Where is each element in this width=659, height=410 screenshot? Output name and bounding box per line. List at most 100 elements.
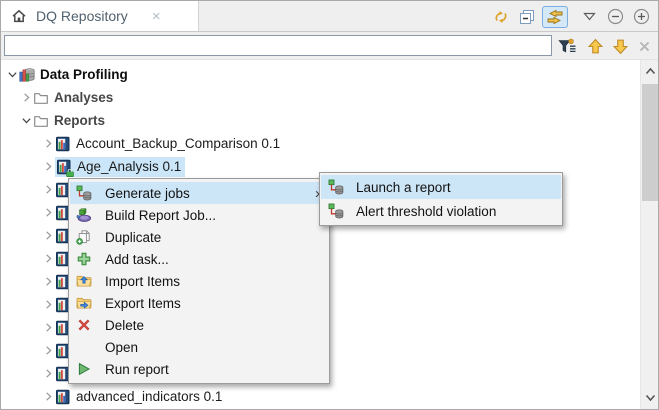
menu-item-alert-threshold-violation[interactable]: Alert threshold violation: [321, 199, 561, 223]
collapse-all-icon: [519, 9, 535, 25]
job-icon: [328, 203, 344, 219]
delete-icon: [76, 317, 92, 333]
tree-item-label: advanced_indicators 0.1: [76, 389, 222, 404]
arrow-down-icon: [612, 38, 629, 55]
tree-item-label: Reports: [54, 113, 105, 128]
chevron-right-icon[interactable]: [41, 205, 55, 221]
filter-input[interactable]: [4, 35, 552, 56]
selected-item-highlight[interactable]: Age_Analysis 0.1: [55, 157, 185, 177]
tree-item-analyses[interactable]: Analyses: [1, 86, 640, 109]
scrollbar-vertical[interactable]: [640, 60, 658, 409]
tree-item-data-profiling[interactable]: Data Profiling: [1, 63, 640, 86]
import-items-icon: [76, 273, 92, 289]
filter-bar: [1, 32, 658, 60]
chevron-right-icon[interactable]: [19, 90, 33, 106]
menu-item-label: Launch a report: [356, 180, 451, 195]
tree-item-account-backup-comparison[interactable]: Account_Backup_Comparison 0.1: [1, 132, 640, 155]
funnel-icon: [558, 38, 577, 55]
scroll-up-button[interactable]: [642, 63, 658, 79]
chevron-right-icon[interactable]: [41, 182, 55, 198]
tab-dq-repository[interactable]: DQ Repository ×: [1, 1, 199, 31]
tree-item-advanced-indicators[interactable]: advanced_indicators 0.1: [1, 385, 640, 408]
chevron-right-icon[interactable]: [41, 136, 55, 152]
home-icon: [11, 8, 27, 24]
chevron-right-icon[interactable]: [41, 366, 55, 382]
folder-icon: [33, 113, 49, 129]
collapse-all-button[interactable]: [516, 6, 538, 28]
tab-bar: DQ Repository ×: [1, 1, 658, 32]
data-profiling-icon: [19, 67, 35, 83]
job-icon: [328, 179, 344, 195]
view-menu-button[interactable]: [578, 6, 600, 28]
clear-icon: [637, 39, 652, 54]
tab-close-icon[interactable]: ×: [152, 9, 161, 24]
menu-item-label: Open: [105, 340, 138, 355]
filter-button[interactable]: [557, 36, 577, 56]
chevron-down-icon: [645, 394, 656, 402]
tree-item-label: Age_Analysis 0.1: [77, 159, 181, 174]
menu-item-label: Alert threshold violation: [356, 204, 496, 219]
tree-item-label: Account_Backup_Comparison 0.1: [76, 136, 280, 151]
chevron-right-icon[interactable]: [41, 228, 55, 244]
tree-item-label: Analyses: [54, 90, 113, 105]
submenu-generate-jobs: Launch a report Alert threshold violatio…: [319, 172, 563, 226]
scrollbar-thumb[interactable]: [642, 84, 658, 201]
menu-item-duplicate[interactable]: Duplicate: [70, 226, 328, 248]
menu-item-open[interactable]: Open: [70, 336, 328, 358]
link-with-editor-icon: [546, 9, 564, 25]
view-toolbar: [486, 1, 652, 32]
menu-item-label: Duplicate: [105, 230, 161, 245]
menu-item-label: Generate jobs: [105, 186, 190, 201]
menu-item-generate-jobs[interactable]: Generate jobs ›: [70, 182, 328, 204]
export-items-icon: [76, 295, 92, 311]
menu-item-export-items[interactable]: Export Items: [70, 292, 328, 314]
minimize-button[interactable]: [604, 6, 626, 28]
chevron-down-icon[interactable]: [19, 113, 33, 129]
clear-filter-button[interactable]: [634, 36, 654, 56]
menu-item-add-task[interactable]: Add task...: [70, 248, 328, 270]
report-icon: [55, 389, 71, 405]
chevron-down-icon[interactable]: [5, 67, 19, 83]
refresh-button[interactable]: [490, 6, 512, 28]
menu-item-label: Export Items: [105, 296, 181, 311]
build-job-icon: [76, 207, 92, 223]
arrow-up-icon: [587, 38, 604, 55]
menu-item-run-report[interactable]: Run report: [70, 358, 328, 380]
menu-item-build-report-job[interactable]: Build Report Job...: [70, 204, 328, 226]
chevron-right-icon[interactable]: [41, 389, 55, 405]
tree-item-reports[interactable]: Reports: [1, 109, 640, 132]
chevron-up-icon: [645, 67, 656, 75]
add-task-icon: [76, 251, 92, 267]
menu-item-label: Delete: [105, 318, 144, 333]
chevron-right-icon[interactable]: [41, 320, 55, 336]
no-icon-spacer: [76, 339, 92, 355]
menu-item-label: Import Items: [105, 274, 180, 289]
tree-item-label: Data Profiling: [40, 67, 128, 82]
tab-title: DQ Repository: [36, 8, 128, 24]
chevron-right-icon[interactable]: [41, 343, 55, 359]
report-locked-icon: [56, 159, 72, 175]
find-previous-button[interactable]: [585, 36, 605, 56]
run-report-icon: [76, 361, 92, 377]
menu-item-import-items[interactable]: Import Items: [70, 270, 328, 292]
menu-item-label: Run report: [105, 362, 169, 377]
report-icon: [55, 136, 71, 152]
chevron-right-icon[interactable]: [41, 297, 55, 313]
menu-item-delete[interactable]: Delete: [70, 314, 328, 336]
minimize-icon: [607, 8, 624, 25]
scroll-down-button[interactable]: [642, 390, 658, 406]
menu-item-label: Add task...: [105, 252, 169, 267]
find-next-button[interactable]: [610, 36, 630, 56]
menu-item-launch-a-report[interactable]: Launch a report: [321, 175, 561, 199]
chevron-right-icon[interactable]: [41, 274, 55, 290]
menu-item-label: Build Report Job...: [105, 208, 216, 223]
duplicate-icon: [76, 229, 92, 245]
link-with-editor-toggle[interactable]: [542, 6, 568, 28]
folder-icon: [33, 90, 49, 106]
job-icon: [76, 185, 92, 201]
chevron-right-icon[interactable]: [41, 251, 55, 267]
view-menu-icon: [583, 12, 596, 21]
refresh-icon: [492, 8, 510, 26]
maximize-button[interactable]: [630, 6, 652, 28]
chevron-right-icon[interactable]: [41, 159, 55, 175]
